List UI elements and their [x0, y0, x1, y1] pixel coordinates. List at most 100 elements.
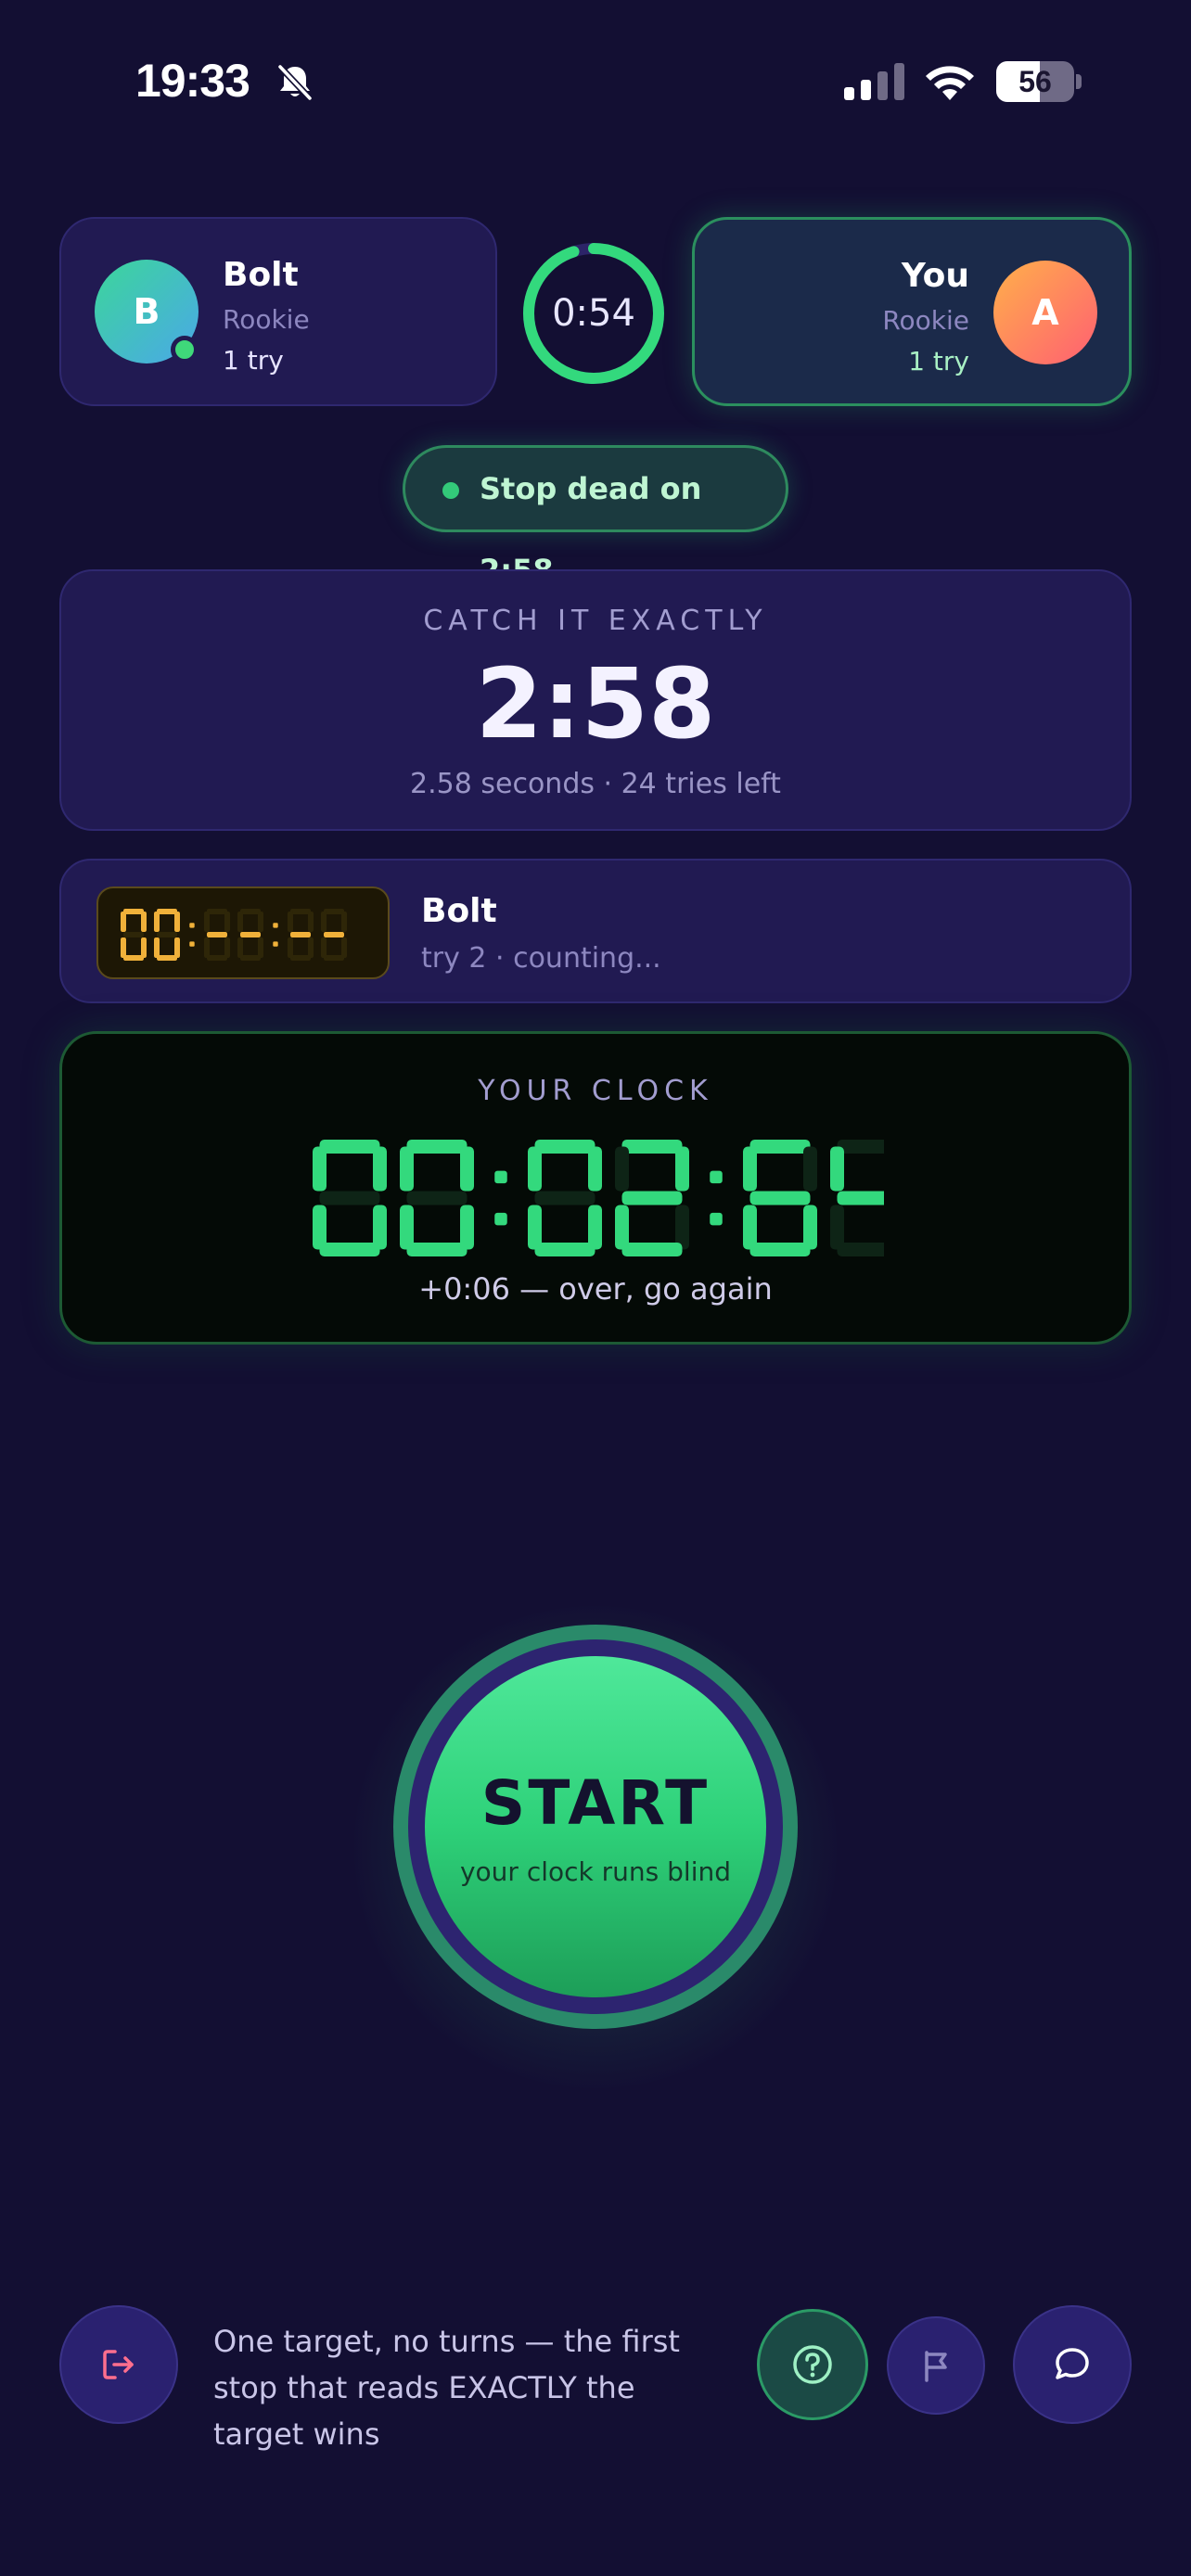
- target-value: 2:58: [475, 647, 716, 760]
- clock-colon-dot: [710, 1212, 723, 1226]
- clock-segment: [615, 1205, 629, 1250]
- clock-segment: [174, 937, 180, 958]
- you-tries: 1 try: [908, 346, 969, 376]
- clock-segment: [123, 909, 144, 914]
- clock-segment: [290, 909, 311, 914]
- chat-icon: [1056, 2348, 1089, 2379]
- clock-segment: [141, 937, 147, 958]
- clock-segment: [154, 912, 160, 932]
- goal-pill: Stop dead on 2:58: [403, 445, 788, 588]
- flag-button[interactable]: [887, 2316, 985, 2415]
- cellular-signal-icon: [844, 63, 904, 100]
- clock-segment: [313, 1205, 327, 1250]
- clock-segment: [341, 937, 347, 958]
- clock-segment: [341, 912, 347, 932]
- target-kicker: CATCH IT EXACTLY: [423, 605, 768, 637]
- clock-colon-dot: [273, 941, 278, 947]
- clock-segment: [621, 1243, 683, 1256]
- clock-segment: [224, 912, 230, 932]
- clock-segment: [406, 1140, 467, 1154]
- clock-segment: [240, 932, 261, 937]
- your-clock-label: YOUR CLOCK: [478, 1075, 713, 1107]
- flag-icon: [925, 2351, 947, 2382]
- clock-segment: [324, 932, 344, 937]
- clock-segment: [237, 912, 243, 932]
- clock-segment: [240, 909, 261, 914]
- opponent-clock-digits: [121, 909, 347, 961]
- clock-segment: [121, 937, 126, 958]
- exit-icon: [103, 2350, 134, 2379]
- start-sublabel: your clock runs blind: [459, 1856, 732, 1887]
- clock-segment: [207, 955, 227, 961]
- online-indicator: [171, 336, 198, 363]
- goal-text: Stop dead on 2:58: [480, 471, 702, 588]
- clock-segment: [675, 1146, 689, 1192]
- clock-colon-dot: [710, 1170, 723, 1184]
- you-avatar: A: [993, 261, 1097, 364]
- clock-segment: [174, 912, 180, 932]
- clock-segment: [588, 1146, 602, 1192]
- opponent-row-name: Bolt: [421, 892, 497, 930]
- clock-segment: [749, 1140, 811, 1154]
- battery-level: 56: [1018, 65, 1052, 98]
- your-clock-result: +0:06 — over, go again: [418, 1271, 773, 1307]
- chat-button[interactable]: [1013, 2305, 1132, 2424]
- start-label: START: [480, 1767, 711, 1839]
- clock-segment: [324, 909, 344, 914]
- clock-segment: [141, 912, 147, 932]
- clock-colon-dot: [189, 923, 195, 928]
- clock-segment: [749, 1243, 811, 1256]
- clock-segment: [258, 937, 263, 958]
- you-rank: Rookie: [882, 305, 969, 336]
- clock-segment: [534, 1191, 596, 1205]
- clock-segment: [258, 912, 263, 932]
- wifi-icon: [926, 66, 974, 100]
- bell-slash-icon: [277, 64, 313, 101]
- clock-segment: [743, 1205, 757, 1250]
- clock-segment: [830, 1205, 844, 1250]
- target-card: CATCH IT EXACTLY 2:58 2.58 seconds · 24 …: [59, 569, 1132, 831]
- clock-segment: [319, 1140, 380, 1154]
- clock-segment: [308, 912, 314, 932]
- clock-segment: [308, 937, 314, 958]
- clock-segment: [749, 1191, 811, 1205]
- clock-segment: [204, 937, 210, 958]
- clock-segment: [837, 1191, 884, 1205]
- clock-segment: [121, 912, 126, 932]
- clock-segment: [460, 1146, 474, 1192]
- your-clock-digits: [313, 1140, 884, 1256]
- status-bar: 19:33 56: [0, 0, 1191, 167]
- help-button[interactable]: [757, 2309, 868, 2420]
- clock-segment: [321, 937, 327, 958]
- clock-segment: [373, 1146, 387, 1192]
- rules-text: One target, no turns — the first stop th…: [213, 2324, 680, 2452]
- exit-button[interactable]: [59, 2305, 178, 2424]
- clock-segment: [621, 1140, 683, 1154]
- you-card: You Rookie 1 try A: [692, 217, 1132, 406]
- opponent-rank: Rookie: [223, 304, 310, 335]
- clock-segment: [743, 1146, 757, 1192]
- clock-segment: [157, 955, 177, 961]
- opponent-tries: 1 try: [223, 345, 284, 376]
- clock-segment: [837, 1243, 884, 1256]
- target-subtitle: 2.58 seconds · 24 tries left: [410, 768, 781, 800]
- clock-segment: [319, 1243, 380, 1256]
- start-button[interactable]: START your clock runs blind: [425, 1656, 766, 1997]
- help-icon: [793, 2345, 832, 2384]
- goal-dot-icon: [442, 482, 459, 499]
- clock-segment: [400, 1146, 414, 1192]
- opponent-progress-row: Bolt try 2 · counting...: [59, 859, 1132, 1003]
- clock-segment: [288, 937, 293, 958]
- clock-segment: [204, 912, 210, 932]
- clock-segment: [319, 1191, 380, 1205]
- clock-segment: [621, 1191, 683, 1205]
- clock-segment: [240, 955, 261, 961]
- clock-segment: [324, 955, 344, 961]
- clock-segment: [528, 1205, 542, 1250]
- clock-colon-dot: [494, 1212, 507, 1226]
- you-name: You: [901, 257, 969, 295]
- clock-segment: [321, 912, 327, 932]
- clock-segment: [290, 955, 311, 961]
- clock-segment: [534, 1243, 596, 1256]
- clock-segment: [207, 932, 227, 937]
